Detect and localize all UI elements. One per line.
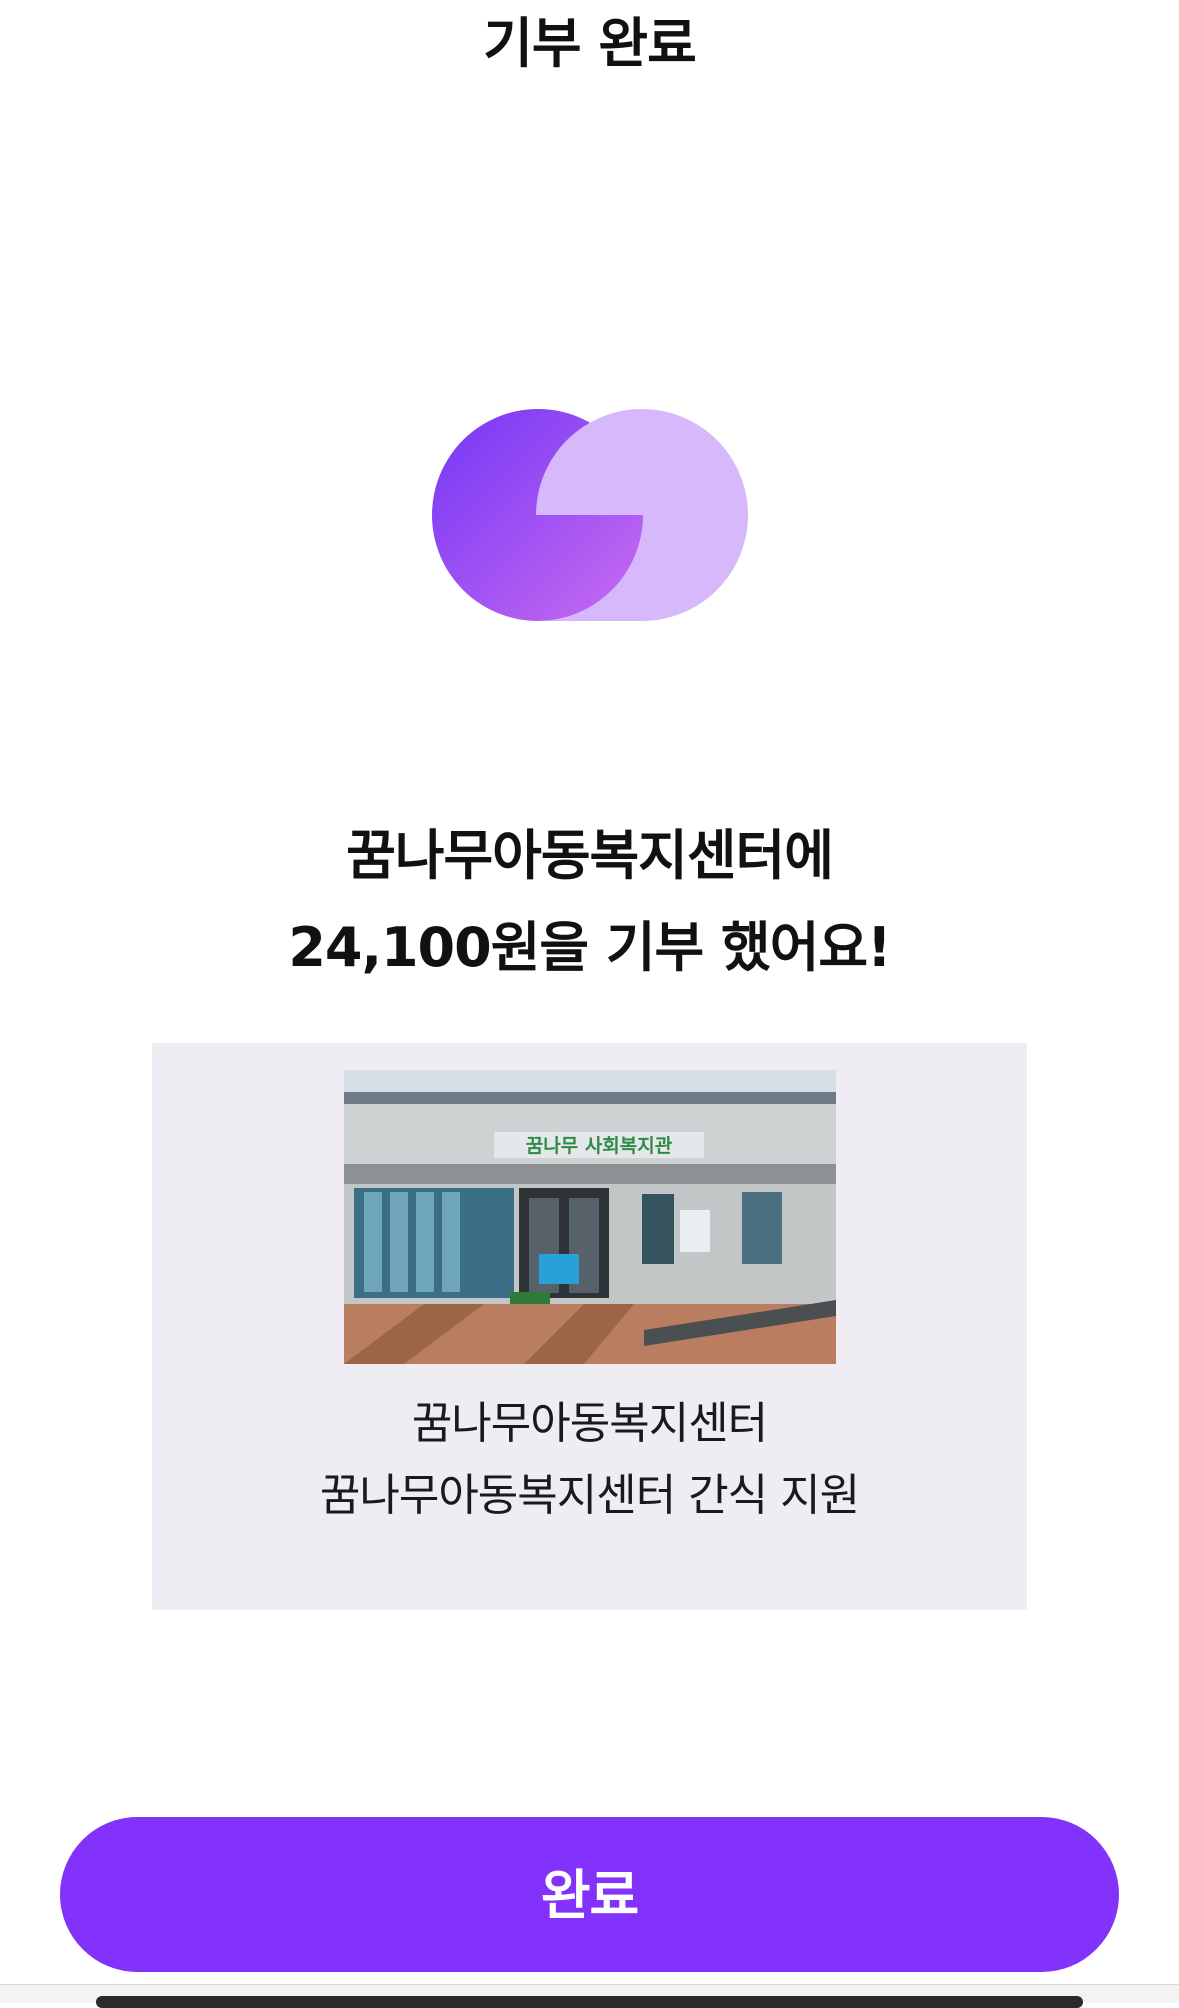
card-text: 꿈나무아동복지센터 꿈나무아동복지센터 간식 지원 (152, 1388, 1027, 1532)
message-line-amount: 24,100원을 기부 했어요! (288, 916, 891, 979)
home-indicator[interactable] (96, 1996, 1083, 2008)
overlapping-circles-logo-icon (432, 409, 748, 622)
donation-message: 꿈나무아동복지센터에 24,100원을 기부 했어요! (0, 810, 1179, 994)
welfare-center-photo: 꿈나무 사회복지관 (344, 1070, 836, 1364)
building-photo-image: 꿈나무 사회복지관 (344, 1070, 836, 1364)
message-line-recipient: 꿈나무아동복지센터에 (346, 824, 834, 887)
donation-summary-card: 꿈나무 사회복지관 꿈나무아동복지센터 꿈나무아동복지센터 간식 지원 (152, 1043, 1027, 1610)
organization-name: 꿈나무아동복지센터 (411, 1398, 768, 1449)
complete-button[interactable]: 완료 (60, 1817, 1119, 1972)
building-sign-text: 꿈나무 사회복지관 (526, 1135, 673, 1157)
project-name: 꿈나무아동복지센터 간식 지원 (319, 1470, 860, 1521)
page-title: 기부 완료 (483, 12, 697, 75)
